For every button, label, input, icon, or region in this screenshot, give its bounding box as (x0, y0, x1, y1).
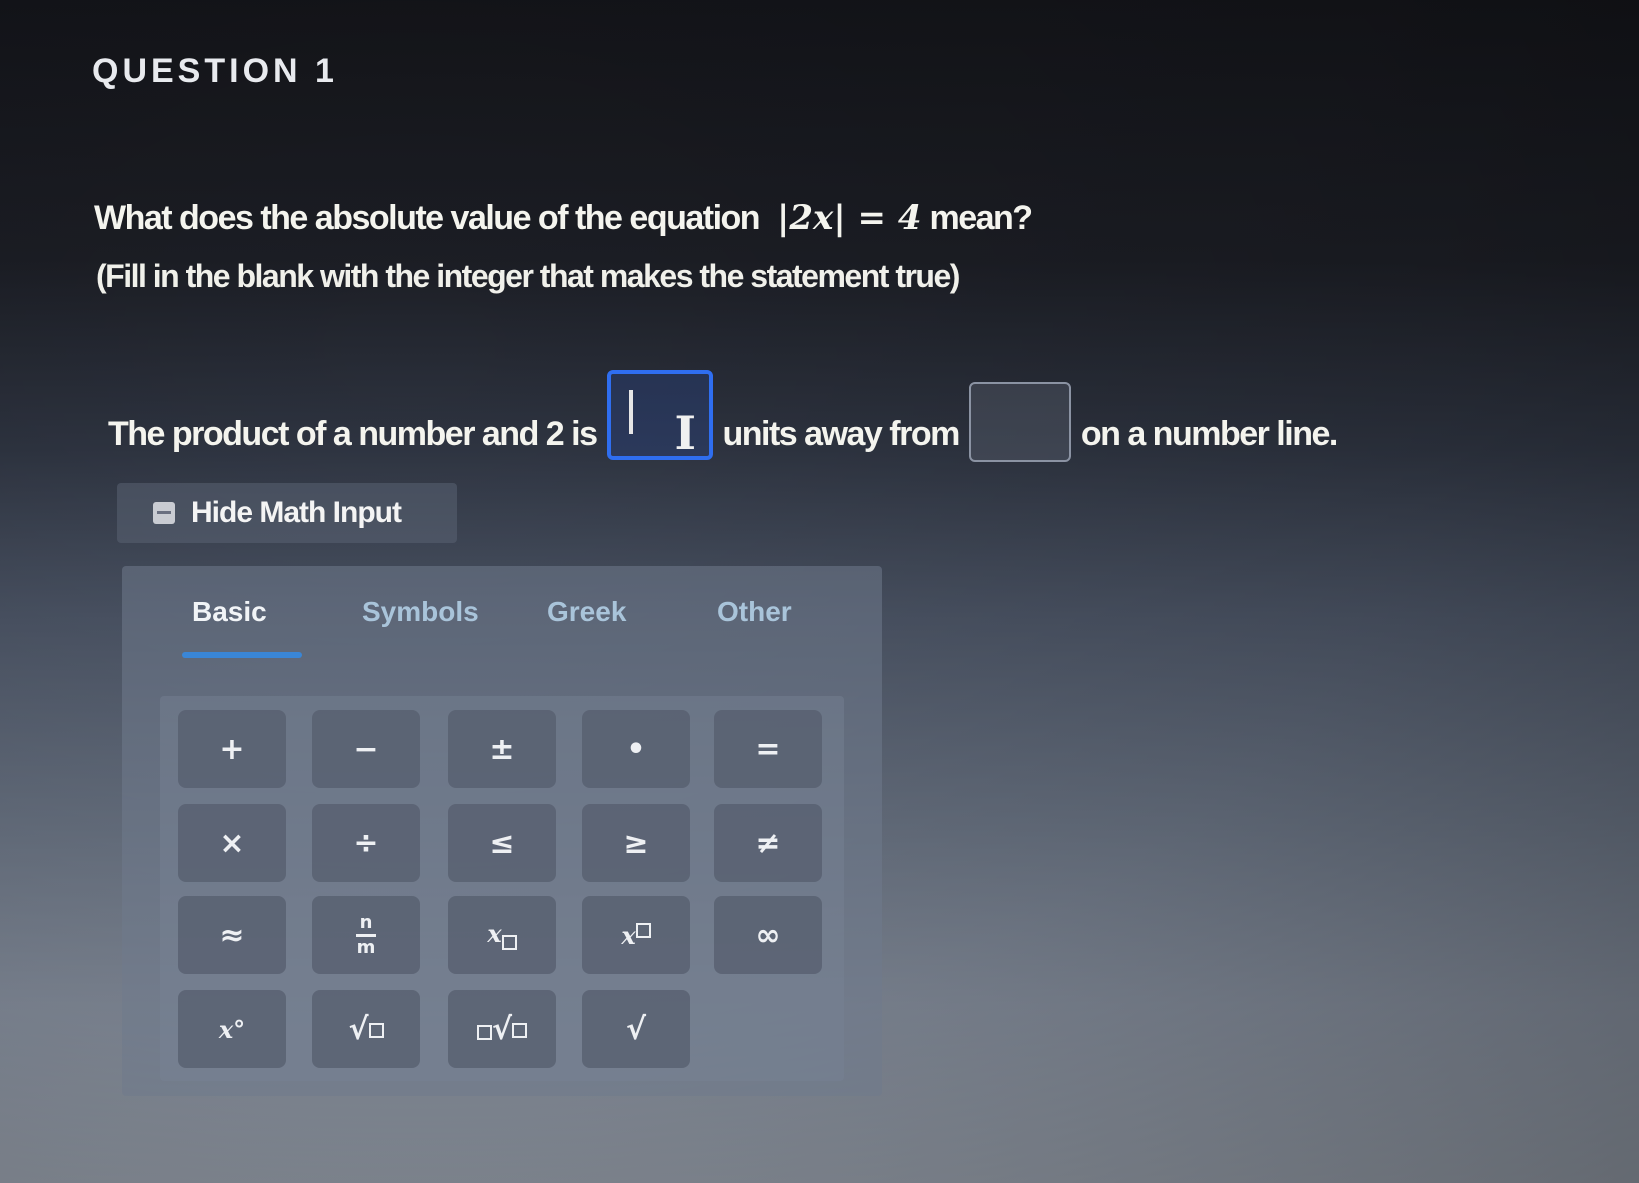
sentence-part1: The product of a number and 2 is (108, 415, 598, 453)
instruction-text: (Fill in the blank with the integer that… (96, 258, 960, 294)
key-not-equal[interactable]: ≠ (714, 804, 822, 882)
key-greater-equal[interactable]: ≥ (582, 804, 690, 882)
key-fraction[interactable]: n m (312, 896, 420, 974)
fraction-numerator: n (359, 911, 373, 933)
key-subscript[interactable]: x (448, 896, 556, 974)
degree-icon: x° (218, 1014, 246, 1044)
fraction-denominator: m (356, 936, 376, 958)
tab-other[interactable]: Other (717, 596, 792, 628)
key-plus[interactable]: + (178, 710, 286, 788)
superscript-base: x (621, 921, 636, 950)
placeholder-box-icon (635, 923, 651, 938)
sentence-part2: units away from (722, 415, 961, 453)
key-root-symbol[interactable]: √ (582, 990, 690, 1068)
key-approx[interactable]: ≈ (178, 896, 286, 974)
prompt-tail: mean? (929, 199, 1033, 237)
tab-greek[interactable]: Greek (547, 596, 626, 628)
sqrt-symbol: √ (348, 1011, 369, 1047)
subscript-base: x (487, 918, 502, 948)
sentence-part3: on a number line. (1080, 415, 1338, 453)
placeholder-box-icon (512, 1022, 527, 1038)
key-less-equal[interactable]: ≤ (448, 804, 556, 882)
placeholder-box-icon (501, 935, 517, 951)
placeholder-box-icon (476, 1025, 492, 1040)
key-times[interactable]: × (178, 804, 286, 882)
question-prompt: What does the absolute value of the equa… (94, 198, 1033, 238)
math-input-tabs: Basic Symbols Greek Other (152, 586, 852, 658)
math-keypad: + − ± • = × ÷ ≤ ≥ ≠ ≈ n m x x ∞ x° √ √ √ (160, 696, 844, 1081)
key-nth-root[interactable]: √ (448, 990, 556, 1068)
active-tab-indicator (182, 652, 302, 658)
tab-basic[interactable]: Basic (192, 596, 267, 628)
fill-in-sentence: The product of a number and 2 is I units… (108, 362, 1338, 462)
sqrt-icon: √ (348, 1011, 384, 1047)
key-plus-minus[interactable]: ± (448, 710, 556, 788)
ibeam-cursor-icon: I (674, 406, 697, 460)
key-minus[interactable]: − (312, 710, 420, 788)
nth-root-symbol: √ (491, 1011, 512, 1047)
key-degree[interactable]: x° (178, 990, 286, 1068)
math-input-panel: Basic Symbols Greek Other + − ± • = × ÷ … (122, 566, 882, 1096)
tab-symbols[interactable]: Symbols (362, 596, 479, 628)
superscript-icon: x (621, 920, 651, 950)
question-label: QUESTION 1 (92, 52, 338, 90)
key-dot[interactable]: • (582, 710, 690, 788)
key-divide[interactable]: ÷ (312, 804, 420, 882)
key-superscript[interactable]: x (582, 896, 690, 974)
answer-blank-2[interactable] (968, 382, 1071, 462)
prompt-text: What does the absolute value of the equa… (94, 199, 761, 237)
hide-math-input-label: Hide Math Input (191, 496, 402, 529)
text-caret (628, 390, 633, 434)
hide-math-input-button[interactable]: Hide Math Input (117, 483, 457, 543)
equation: |2x| = 4 (777, 198, 922, 238)
fraction-icon: n m (356, 911, 376, 958)
nth-root-icon: √ (476, 1011, 527, 1047)
key-equals[interactable]: = (714, 710, 822, 788)
key-square-root[interactable]: √ (312, 990, 420, 1068)
nth-root-index-box (476, 1020, 492, 1045)
keyboard-icon (153, 502, 175, 524)
placeholder-box-icon (368, 1022, 384, 1038)
key-infinity[interactable]: ∞ (714, 896, 822, 974)
answer-blank-1[interactable]: I (606, 370, 713, 460)
subscript-icon: x (487, 918, 517, 952)
